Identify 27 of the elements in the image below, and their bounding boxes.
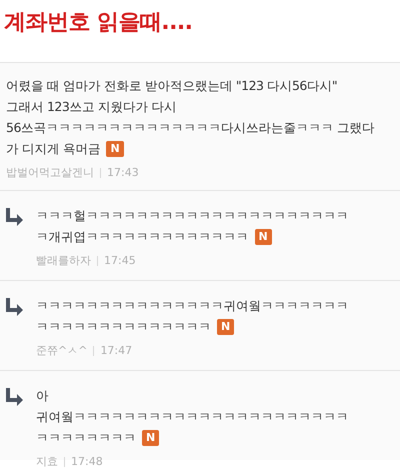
comment-text: ㅋㅋㅋㅋㅋㅋㅋㅋㅋㅋㅋㅋㅋㅋㅋ귀여웤ㅋㅋㅋㅋㅋㅋㅋ [36,297,348,315]
new-badge: N [142,430,160,446]
reply-arrow-icon [4,207,24,227]
comment-time: 17:47 [100,343,132,359]
comment-time: 17:43 [107,165,139,181]
reply-arrow-icon [4,297,24,317]
comment-text: 아 [36,387,48,405]
new-badge: N [254,228,272,244]
comment-text: 가 디지게 욕머금 [6,140,100,158]
author-name: 밥벌어먹고살겐니 [6,165,94,181]
comment-text: ㅋㅋㅋㅋㅋㅋㅋㅋ [36,429,136,447]
author-name: 지효 [36,454,58,470]
comment-text: ㅋㅋㅋㅋㅋㅋㅋㅋㅋㅋㅋㅋㅋㅋ [36,318,211,336]
comment-text: 귀여웤ㅋㅋㅋㅋㅋㅋㅋㅋㅋㅋㅋㅋㅋㅋㅋㅋㅋㅋㅋㅋㅋㅋ [36,408,348,426]
comment-time: 17:45 [104,253,136,269]
comment-text: ㅋ개귀엽ㅋㅋㅋㅋㅋㅋㅋㅋㅋㅋㅋㅋㅋ [36,228,248,246]
comment-text: 56쓰곡ㅋㅋㅋㅋㅋㅋㅋㅋㅋㅋㅋㅋㅋㅋ다시쓰라는줄ㅋㅋㅋ 그랬다 [6,119,374,137]
author-name: 빨래를하자 [36,253,91,269]
comment-text: 어렸을 때 엄마가 전화로 받아적으랬는데 "123 다시56다시" [6,77,338,95]
new-badge: N [106,140,124,156]
comment-text: 그래서 123쓰고 지웠다가 다시 [6,98,176,116]
comment-time: 17:48 [71,454,103,470]
page-title: 계좌번호 읽을때.... [4,9,192,37]
comment-text: ㅋㅋㅋ헐ㅋㅋㅋㅋㅋㅋㅋㅋㅋㅋㅋㅋㅋㅋㅋㅋㅋㅋㅋㅋㅋ [36,207,348,225]
author-name: 준쮸^ㅅ^ [36,343,88,359]
new-badge: N [217,318,234,334]
reply-arrow-icon [4,387,24,407]
